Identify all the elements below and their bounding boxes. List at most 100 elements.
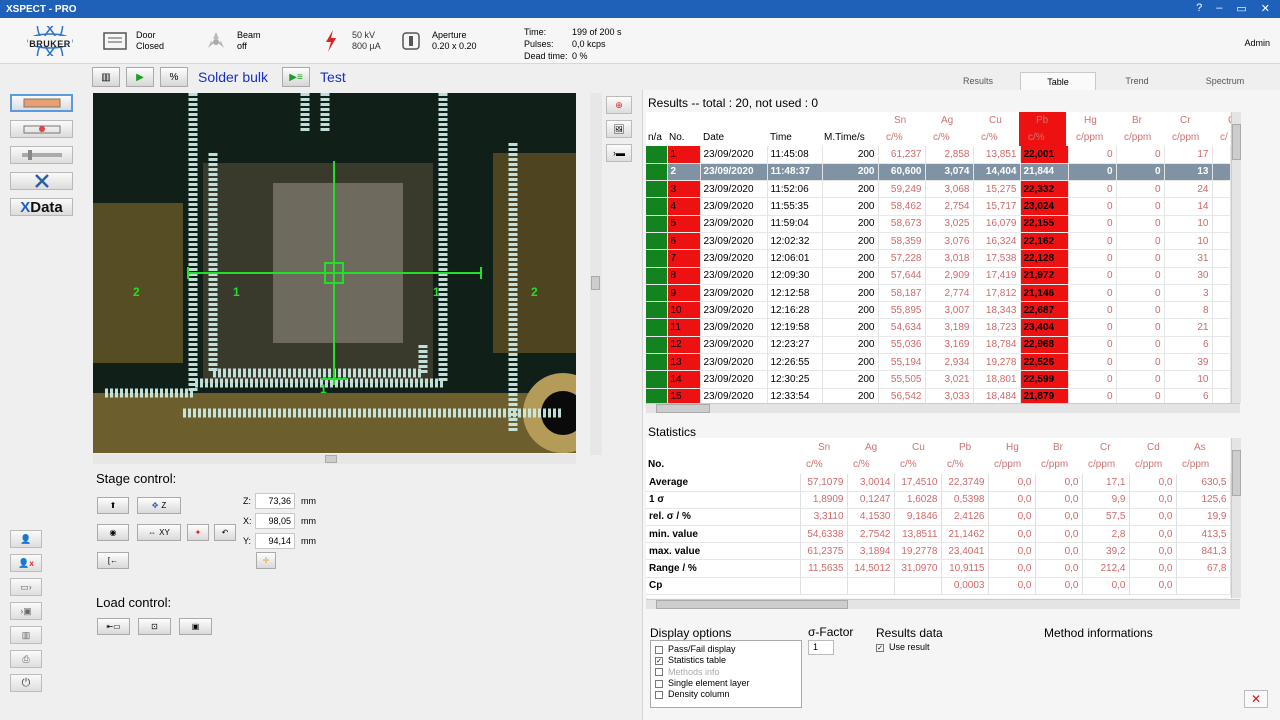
stage-z-button[interactable]: ✥ Z (137, 497, 181, 514)
stage-home-button[interactable]: [← (97, 552, 129, 569)
results-header-element[interactable]: Cu (989, 115, 1002, 126)
minimize-button[interactable]: – (1216, 2, 1222, 15)
sidebar-stage-button[interactable] (10, 120, 73, 138)
cell-value: 58,359 (878, 232, 926, 251)
statistics-header-element[interactable]: Sn (818, 442, 830, 453)
close-panel-button[interactable]: ✕ (1244, 690, 1268, 708)
camera-icon: ◉ (109, 528, 117, 537)
snapshot-icon: 🖼 (613, 123, 625, 134)
results-header-element[interactable]: Sn (894, 115, 906, 126)
table-row[interactable]: 12 23/09/2020 12:23:27 200 55,036 3,169 18,784… (646, 336, 1231, 355)
sidebar-tools-button[interactable] (10, 172, 73, 190)
results-header-fixed[interactable]: Date (703, 132, 724, 143)
sigma-factor-input[interactable]: 1 (808, 640, 834, 655)
cell-time: 12:02:32 (767, 232, 823, 251)
results-table[interactable]: 1 23/09/2020 11:45:08 200 61,237 2,858 13,851 2… (646, 146, 1231, 406)
save-button[interactable]: ›▣ (10, 602, 42, 620)
load-center-button[interactable]: ⊡ (138, 618, 171, 635)
display-options-list[interactable]: Pass/Fail display ✓ Statistics table Method… (650, 640, 802, 708)
results-header-fixed[interactable]: No. (669, 132, 685, 143)
camera-view[interactable]: 2 1 1 2 1 (93, 93, 576, 453)
print-button[interactable]: ⎙ (10, 650, 42, 668)
results-header-element[interactable]: Cr (1180, 115, 1191, 126)
tab-trend[interactable]: Trend (1096, 72, 1178, 90)
statistics-table[interactable]: Average 57,1079 3,0014 17,4510 22,3749 0,0 0,0… (646, 474, 1231, 595)
tab-results[interactable]: Results (936, 72, 1020, 90)
statistics-horizontal-scrollbar[interactable] (646, 599, 1240, 609)
user-remove-icon: 👤x (18, 557, 34, 568)
position-target-button[interactable]: ✛ (256, 552, 276, 569)
sidebar-calibration-button[interactable] (10, 146, 73, 164)
display-option-checkbox[interactable]: Pass/Fail display (655, 644, 797, 655)
statistics-header-element[interactable]: Pb (959, 442, 971, 453)
results-vertical-scrollbar[interactable] (1231, 112, 1241, 403)
table-row[interactable]: 8 23/09/2020 12:09:30 200 57,644 2,909 17,419 2… (646, 267, 1231, 285)
table-row[interactable]: 14 23/09/2020 12:30:25 200 55,505 3,021 18,801… (646, 370, 1231, 389)
results-header-element[interactable]: Pb (1036, 115, 1048, 126)
table-row[interactable]: 6 23/09/2020 12:02:32 200 58,359 3,076 16,324 2… (646, 232, 1231, 251)
results-header-fixed[interactable]: M.Time/s (824, 132, 865, 143)
results-header-fixed[interactable]: n/a (648, 132, 662, 143)
pause-button[interactable]: ▥ (92, 67, 120, 87)
report-button[interactable]: ▥ (10, 626, 42, 644)
sidebar-xdata-button[interactable]: X Data (10, 198, 73, 216)
statistics-header-element[interactable]: Cd (1147, 442, 1160, 453)
results-header-element[interactable]: Br (1132, 115, 1142, 126)
table-row[interactable]: 10 23/09/2020 12:16:28 200 55,895 3,007 18,343… (646, 301, 1231, 320)
table-row[interactable]: 1 23/09/2020 11:45:08 200 61,237 2,858 13,851 2… (646, 146, 1231, 164)
use-result-checkbox[interactable]: ✓ Use result (876, 642, 930, 652)
power-button[interactable]: ⏻ (10, 674, 42, 692)
table-row[interactable]: 13 23/09/2020 12:26:55 200 55,194 2,934 19,278… (646, 353, 1231, 372)
stage-undo-button[interactable]: ↶ (214, 524, 236, 541)
display-option-checkbox[interactable]: Density column (655, 689, 797, 700)
tab-spectrum[interactable]: Spectrum (1178, 72, 1272, 90)
help-button[interactable]: ? (1196, 2, 1202, 15)
cell-value: 58,187 (878, 284, 926, 303)
table-row[interactable]: 3 23/09/2020 11:52:06 200 59,249 3,068 15,275 2… (646, 180, 1231, 199)
statistics-header-element[interactable]: Cr (1100, 442, 1111, 453)
maximize-button[interactable]: ▭ (1236, 2, 1246, 15)
logout-user-button[interactable]: 👤x (10, 554, 42, 572)
display-option-checkbox[interactable]: Single element layer (655, 678, 797, 689)
statistics-header-element[interactable]: Ag (865, 442, 877, 453)
statistics-vertical-scrollbar[interactable] (1231, 438, 1241, 598)
statistics-header-element[interactable]: As (1194, 442, 1206, 453)
table-row[interactable]: 4 23/09/2020 11:55:35 200 58,462 2,754 15,717 2… (646, 197, 1231, 216)
load-position-button[interactable]: ▣ (179, 618, 212, 635)
statistics-header-element[interactable]: Cu (912, 442, 925, 453)
display-option-checkbox[interactable]: ✓ Statistics table (655, 655, 797, 666)
user-button[interactable]: 👤 (10, 530, 42, 548)
table-row[interactable]: 5 23/09/2020 11:59:04 200 58,673 3,025 16,079 2… (646, 215, 1231, 233)
export-button[interactable]: ▭› (10, 578, 42, 596)
load-eject-button[interactable]: ⇤▭ (97, 618, 130, 635)
results-header-element[interactable]: Ag (941, 115, 953, 126)
table-row[interactable]: 7 23/09/2020 12:06:01 200 57,228 3,018 17,538 2… (646, 249, 1231, 268)
viewer-vertical-scrollbar[interactable] (590, 93, 602, 455)
stage-xy-button[interactable]: ⇔ XY (137, 524, 181, 541)
results-horizontal-scrollbar[interactable] (646, 403, 1240, 413)
tab-table[interactable]: Table (1020, 72, 1096, 90)
viewer-horizontal-scrollbar[interactable] (93, 454, 576, 464)
stage-target-button[interactable]: ✦ (187, 524, 209, 541)
start-sequence-button[interactable]: ▶≡ (282, 67, 311, 87)
snapshot-tool-button[interactable]: 🖼 (606, 120, 632, 138)
statistics-header-element[interactable]: Hg (1006, 442, 1019, 453)
table-row[interactable]: 11 23/09/2020 12:19:58 200 54,634 3,189 18,723… (646, 318, 1231, 337)
table-row[interactable]: 2 23/09/2020 11:48:37 200 60,600 3,074 14,404 2… (646, 163, 1231, 182)
cell-value: 57,228 (878, 249, 926, 268)
sidebar-measure-button[interactable] (10, 94, 73, 112)
statistics-header-element[interactable]: Br (1053, 442, 1063, 453)
stage-up-button[interactable]: ⬆ (97, 497, 129, 514)
start-button[interactable]: ▶ (126, 67, 154, 87)
results-header-fixed[interactable]: Time (770, 132, 792, 143)
stage-camera-button[interactable]: ◉ (97, 524, 129, 541)
statistics-cell: 0,0 (1129, 508, 1177, 527)
display-option-checkbox[interactable]: Methods info (655, 667, 797, 678)
cell-value: 0 (1068, 197, 1117, 216)
results-header-element[interactable]: Hg (1084, 115, 1097, 126)
crosshair-tool-button[interactable]: ⊕ (606, 96, 632, 114)
overlay-tool-button[interactable]: ›▬ (606, 144, 632, 162)
table-row[interactable]: 9 23/09/2020 12:12:58 200 58,187 2,774 17,812 2… (646, 284, 1231, 303)
close-window-button[interactable]: ✕ (1261, 2, 1270, 15)
percent-button[interactable]: % (160, 67, 188, 87)
